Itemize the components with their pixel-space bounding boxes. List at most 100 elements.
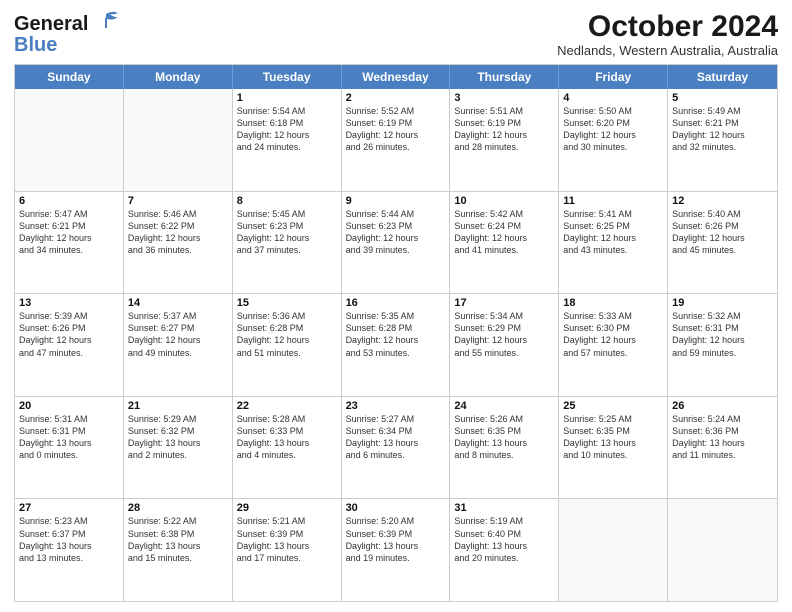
calendar-cell-r0c5: 4Sunrise: 5:50 AM Sunset: 6:20 PM Daylig… (559, 89, 668, 191)
calendar-row-2: 6Sunrise: 5:47 AM Sunset: 6:21 PM Daylig… (15, 191, 777, 294)
day-info: Sunrise: 5:40 AM Sunset: 6:26 PM Dayligh… (672, 208, 773, 257)
day-info: Sunrise: 5:34 AM Sunset: 6:29 PM Dayligh… (454, 310, 554, 359)
day-info: Sunrise: 5:39 AM Sunset: 6:26 PM Dayligh… (19, 310, 119, 359)
calendar-cell-r4c0: 27Sunrise: 5:23 AM Sunset: 6:37 PM Dayli… (15, 499, 124, 601)
day-info: Sunrise: 5:23 AM Sunset: 6:37 PM Dayligh… (19, 515, 119, 564)
day-info: Sunrise: 5:52 AM Sunset: 6:19 PM Dayligh… (346, 105, 446, 154)
day-number: 15 (237, 297, 337, 309)
day-info: Sunrise: 5:36 AM Sunset: 6:28 PM Dayligh… (237, 310, 337, 359)
calendar-cell-r3c1: 21Sunrise: 5:29 AM Sunset: 6:32 PM Dayli… (124, 397, 233, 499)
day-info: Sunrise: 5:54 AM Sunset: 6:18 PM Dayligh… (237, 105, 337, 154)
calendar-cell-r3c3: 23Sunrise: 5:27 AM Sunset: 6:34 PM Dayli… (342, 397, 451, 499)
header-saturday: Saturday (668, 65, 777, 89)
day-info: Sunrise: 5:45 AM Sunset: 6:23 PM Dayligh… (237, 208, 337, 257)
day-number: 20 (19, 400, 119, 412)
calendar-cell-r1c6: 12Sunrise: 5:40 AM Sunset: 6:26 PM Dayli… (668, 192, 777, 294)
calendar-cell-r1c1: 7Sunrise: 5:46 AM Sunset: 6:22 PM Daylig… (124, 192, 233, 294)
calendar-cell-r0c6: 5Sunrise: 5:49 AM Sunset: 6:21 PM Daylig… (668, 89, 777, 191)
day-number: 23 (346, 400, 446, 412)
day-info: Sunrise: 5:50 AM Sunset: 6:20 PM Dayligh… (563, 105, 663, 154)
header-sunday: Sunday (15, 65, 124, 89)
calendar-cell-r2c4: 17Sunrise: 5:34 AM Sunset: 6:29 PM Dayli… (450, 294, 559, 396)
day-info: Sunrise: 5:41 AM Sunset: 6:25 PM Dayligh… (563, 208, 663, 257)
day-number: 26 (672, 400, 773, 412)
calendar-cell-r0c1 (124, 89, 233, 191)
day-info: Sunrise: 5:46 AM Sunset: 6:22 PM Dayligh… (128, 208, 228, 257)
calendar-header: Sunday Monday Tuesday Wednesday Thursday… (15, 65, 777, 89)
day-info: Sunrise: 5:20 AM Sunset: 6:39 PM Dayligh… (346, 515, 446, 564)
day-info: Sunrise: 5:47 AM Sunset: 6:21 PM Dayligh… (19, 208, 119, 257)
calendar-cell-r2c0: 13Sunrise: 5:39 AM Sunset: 6:26 PM Dayli… (15, 294, 124, 396)
day-number: 9 (346, 195, 446, 207)
calendar-row-3: 13Sunrise: 5:39 AM Sunset: 6:26 PM Dayli… (15, 293, 777, 396)
day-number: 13 (19, 297, 119, 309)
day-info: Sunrise: 5:33 AM Sunset: 6:30 PM Dayligh… (563, 310, 663, 359)
day-number: 6 (19, 195, 119, 207)
logo: General Blue (14, 10, 120, 55)
header-wednesday: Wednesday (342, 65, 451, 89)
logo-blue-text: Blue (14, 35, 57, 55)
day-info: Sunrise: 5:24 AM Sunset: 6:36 PM Dayligh… (672, 413, 773, 462)
title-area: October 2024 Nedlands, Western Australia… (557, 10, 778, 58)
day-number: 10 (454, 195, 554, 207)
page: General Blue October 2024 Nedlands, West… (0, 0, 792, 612)
day-info: Sunrise: 5:27 AM Sunset: 6:34 PM Dayligh… (346, 413, 446, 462)
calendar-cell-r1c2: 8Sunrise: 5:45 AM Sunset: 6:23 PM Daylig… (233, 192, 342, 294)
location: Nedlands, Western Australia, Australia (557, 43, 778, 58)
day-number: 18 (563, 297, 663, 309)
day-info: Sunrise: 5:49 AM Sunset: 6:21 PM Dayligh… (672, 105, 773, 154)
calendar-cell-r4c1: 28Sunrise: 5:22 AM Sunset: 6:38 PM Dayli… (124, 499, 233, 601)
day-number: 4 (563, 92, 663, 104)
day-info: Sunrise: 5:25 AM Sunset: 6:35 PM Dayligh… (563, 413, 663, 462)
day-info: Sunrise: 5:26 AM Sunset: 6:35 PM Dayligh… (454, 413, 554, 462)
calendar-cell-r1c3: 9Sunrise: 5:44 AM Sunset: 6:23 PM Daylig… (342, 192, 451, 294)
calendar-cell-r2c5: 18Sunrise: 5:33 AM Sunset: 6:30 PM Dayli… (559, 294, 668, 396)
month-title: October 2024 (557, 10, 778, 43)
day-number: 2 (346, 92, 446, 104)
day-number: 19 (672, 297, 773, 309)
calendar-cell-r3c5: 25Sunrise: 5:25 AM Sunset: 6:35 PM Dayli… (559, 397, 668, 499)
day-number: 14 (128, 297, 228, 309)
day-number: 7 (128, 195, 228, 207)
day-number: 16 (346, 297, 446, 309)
calendar-body: 1Sunrise: 5:54 AM Sunset: 6:18 PM Daylig… (15, 89, 777, 601)
day-number: 1 (237, 92, 337, 104)
calendar-cell-r1c4: 10Sunrise: 5:42 AM Sunset: 6:24 PM Dayli… (450, 192, 559, 294)
header: General Blue October 2024 Nedlands, West… (14, 10, 778, 58)
day-number: 12 (672, 195, 773, 207)
calendar-cell-r4c3: 30Sunrise: 5:20 AM Sunset: 6:39 PM Dayli… (342, 499, 451, 601)
calendar-cell-r2c2: 15Sunrise: 5:36 AM Sunset: 6:28 PM Dayli… (233, 294, 342, 396)
day-number: 17 (454, 297, 554, 309)
day-info: Sunrise: 5:44 AM Sunset: 6:23 PM Dayligh… (346, 208, 446, 257)
calendar-cell-r2c3: 16Sunrise: 5:35 AM Sunset: 6:28 PM Dayli… (342, 294, 451, 396)
calendar: Sunday Monday Tuesday Wednesday Thursday… (14, 64, 778, 602)
calendar-cell-r4c4: 31Sunrise: 5:19 AM Sunset: 6:40 PM Dayli… (450, 499, 559, 601)
day-info: Sunrise: 5:37 AM Sunset: 6:27 PM Dayligh… (128, 310, 228, 359)
calendar-cell-r3c6: 26Sunrise: 5:24 AM Sunset: 6:36 PM Dayli… (668, 397, 777, 499)
day-number: 25 (563, 400, 663, 412)
day-number: 31 (454, 502, 554, 514)
day-number: 21 (128, 400, 228, 412)
calendar-cell-r0c0 (15, 89, 124, 191)
calendar-row-5: 27Sunrise: 5:23 AM Sunset: 6:37 PM Dayli… (15, 498, 777, 601)
day-number: 22 (237, 400, 337, 412)
calendar-cell-r1c5: 11Sunrise: 5:41 AM Sunset: 6:25 PM Dayli… (559, 192, 668, 294)
calendar-cell-r3c4: 24Sunrise: 5:26 AM Sunset: 6:35 PM Dayli… (450, 397, 559, 499)
day-number: 8 (237, 195, 337, 207)
day-number: 28 (128, 502, 228, 514)
calendar-cell-r3c0: 20Sunrise: 5:31 AM Sunset: 6:31 PM Dayli… (15, 397, 124, 499)
header-monday: Monday (124, 65, 233, 89)
day-info: Sunrise: 5:29 AM Sunset: 6:32 PM Dayligh… (128, 413, 228, 462)
calendar-row-4: 20Sunrise: 5:31 AM Sunset: 6:31 PM Dayli… (15, 396, 777, 499)
calendar-cell-r4c6 (668, 499, 777, 601)
header-tuesday: Tuesday (233, 65, 342, 89)
calendar-cell-r0c4: 3Sunrise: 5:51 AM Sunset: 6:19 PM Daylig… (450, 89, 559, 191)
day-info: Sunrise: 5:42 AM Sunset: 6:24 PM Dayligh… (454, 208, 554, 257)
day-number: 24 (454, 400, 554, 412)
day-number: 29 (237, 502, 337, 514)
calendar-cell-r4c5 (559, 499, 668, 601)
calendar-cell-r0c3: 2Sunrise: 5:52 AM Sunset: 6:19 PM Daylig… (342, 89, 451, 191)
day-number: 11 (563, 195, 663, 207)
day-info: Sunrise: 5:19 AM Sunset: 6:40 PM Dayligh… (454, 515, 554, 564)
logo-text: General (14, 14, 88, 34)
